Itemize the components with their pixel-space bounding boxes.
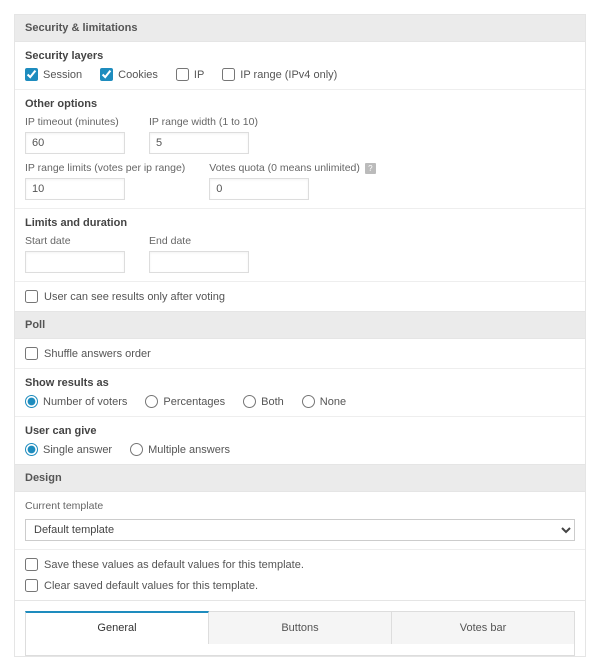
ip-label: IP: [194, 69, 204, 81]
clear-defaults-checkbox[interactable]: Clear saved default values for this temp…: [25, 579, 575, 592]
ip-timeout-input[interactable]: [25, 132, 125, 154]
session-label: Session: [43, 69, 82, 81]
cookies-checkbox[interactable]: Cookies: [100, 68, 158, 81]
save-defaults-label: Save these values as default values for …: [44, 559, 304, 571]
security-panel: Security & limitations Security layers S…: [14, 14, 586, 312]
start-date-field: Start date: [25, 235, 125, 273]
limits-duration-section: Limits and duration Start date End date: [15, 209, 585, 282]
shuffle-input[interactable]: [25, 347, 38, 360]
show-results-head: Show results as: [25, 377, 575, 389]
start-date-label: Start date: [25, 235, 125, 247]
after-voting-section: User can see results only after voting: [15, 282, 585, 311]
results-none-input[interactable]: [302, 395, 315, 408]
results-voters-radio[interactable]: Number of voters: [25, 395, 127, 408]
security-layers-head: Security layers: [25, 50, 575, 62]
poll-header: Poll: [15, 312, 585, 339]
other-options-head: Other options: [25, 98, 575, 110]
end-date-field: End date: [149, 235, 249, 273]
cookies-checkbox-input[interactable]: [100, 68, 113, 81]
tab-buttons[interactable]: Buttons: [209, 611, 392, 644]
ip-checkbox-input[interactable]: [176, 68, 189, 81]
clear-defaults-label: Clear saved default values for this temp…: [44, 580, 258, 592]
design-tabs-area: General Buttons Votes bar: [14, 601, 586, 657]
end-date-label: End date: [149, 235, 249, 247]
design-tabs: General Buttons Votes bar: [25, 611, 575, 644]
results-voters-label: Number of voters: [43, 396, 127, 408]
other-options-section: Other options IP timeout (minutes) IP ra…: [15, 90, 585, 209]
ip-range-width-field: IP range width (1 to 10): [149, 116, 258, 154]
design-header: Design: [15, 465, 585, 492]
results-both-radio[interactable]: Both: [243, 395, 284, 408]
ip-range-checkbox[interactable]: IP range (IPv4 only): [222, 68, 337, 81]
ip-range-limits-input[interactable]: [25, 178, 125, 200]
ip-range-width-input[interactable]: [149, 132, 249, 154]
ip-range-limits-field: IP range limits (votes per ip range): [25, 162, 185, 200]
after-voting-label: User can see results only after voting: [44, 291, 225, 303]
shuffle-label: Shuffle answers order: [44, 348, 151, 360]
results-percentages-label: Percentages: [163, 396, 225, 408]
multiple-answers-input[interactable]: [130, 443, 143, 456]
ip-checkbox[interactable]: IP: [176, 68, 204, 81]
security-layers-section: Security layers Session Cookies IP IP ra…: [15, 42, 585, 90]
template-section: Current template Default template: [15, 492, 585, 550]
single-answer-radio[interactable]: Single answer: [25, 443, 112, 456]
single-answer-label: Single answer: [43, 444, 112, 456]
start-date-input[interactable]: [25, 251, 125, 273]
tab-general[interactable]: General: [25, 611, 209, 644]
security-header: Security & limitations: [15, 15, 585, 42]
results-voters-input[interactable]: [25, 395, 38, 408]
poll-panel: Poll Shuffle answers order Show results …: [14, 312, 586, 465]
ip-range-limits-label: IP range limits (votes per ip range): [25, 162, 185, 174]
ip-range-label: IP range (IPv4 only): [240, 69, 337, 81]
ip-range-width-label: IP range width (1 to 10): [149, 116, 258, 128]
votes-quota-label: Votes quota (0 means unlimited) ?: [209, 162, 376, 174]
multiple-answers-label: Multiple answers: [148, 444, 230, 456]
results-both-input[interactable]: [243, 395, 256, 408]
help-icon[interactable]: ?: [365, 163, 376, 174]
multiple-answers-radio[interactable]: Multiple answers: [130, 443, 230, 456]
end-date-input[interactable]: [149, 251, 249, 273]
after-voting-checkbox[interactable]: User can see results only after voting: [25, 290, 575, 303]
cookies-label: Cookies: [118, 69, 158, 81]
current-template-label: Current template: [25, 500, 575, 512]
results-none-radio[interactable]: None: [302, 395, 346, 408]
single-answer-input[interactable]: [25, 443, 38, 456]
clear-defaults-input[interactable]: [25, 579, 38, 592]
tab-content: [25, 644, 575, 656]
ip-timeout-field: IP timeout (minutes): [25, 116, 125, 154]
save-defaults-input[interactable]: [25, 558, 38, 571]
session-checkbox[interactable]: Session: [25, 68, 82, 81]
shuffle-section: Shuffle answers order: [15, 339, 585, 369]
user-can-give-head: User can give: [25, 425, 575, 437]
results-none-label: None: [320, 396, 346, 408]
shuffle-checkbox[interactable]: Shuffle answers order: [25, 347, 575, 360]
votes-quota-field: Votes quota (0 means unlimited) ?: [209, 162, 376, 200]
show-results-section: Show results as Number of voters Percent…: [15, 369, 585, 417]
save-defaults-checkbox[interactable]: Save these values as default values for …: [25, 558, 575, 571]
after-voting-input[interactable]: [25, 290, 38, 303]
votes-quota-input[interactable]: [209, 178, 309, 200]
limits-duration-head: Limits and duration: [25, 217, 575, 229]
session-checkbox-input[interactable]: [25, 68, 38, 81]
results-percentages-radio[interactable]: Percentages: [145, 395, 225, 408]
design-panel: Design Current template Default template…: [14, 465, 586, 601]
ip-timeout-label: IP timeout (minutes): [25, 116, 125, 128]
ip-range-checkbox-input[interactable]: [222, 68, 235, 81]
template-select[interactable]: Default template: [25, 519, 575, 541]
results-percentages-input[interactable]: [145, 395, 158, 408]
defaults-section: Save these values as default values for …: [15, 550, 585, 600]
user-can-give-section: User can give Single answer Multiple ans…: [15, 417, 585, 464]
results-both-label: Both: [261, 396, 284, 408]
tab-votes-bar[interactable]: Votes bar: [392, 611, 575, 644]
